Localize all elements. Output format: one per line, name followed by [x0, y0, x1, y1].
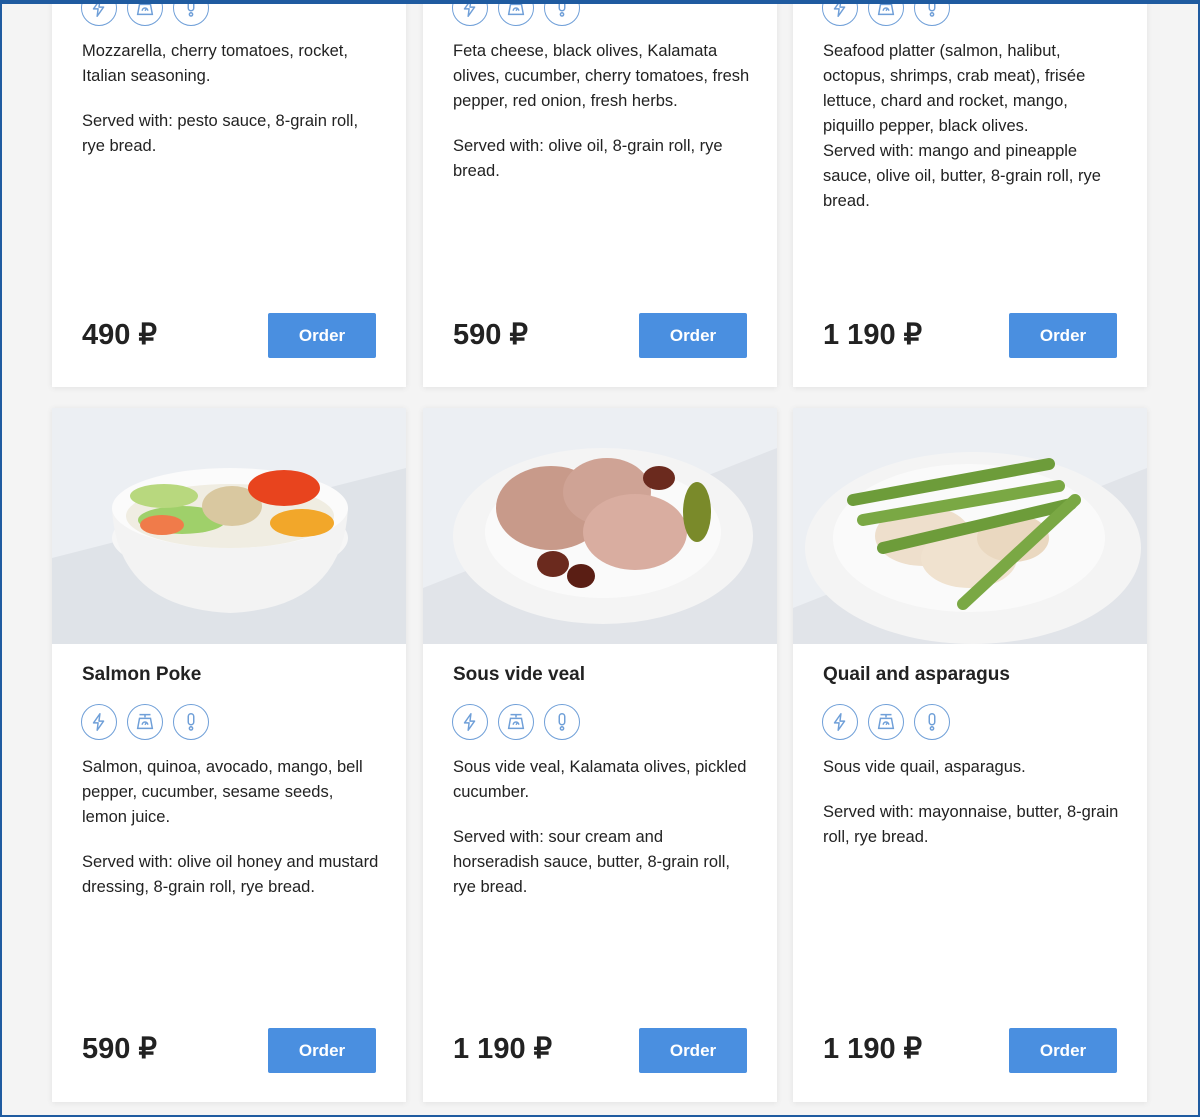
- exclamation-icon[interactable]: [914, 704, 950, 740]
- quail-asparagus-photo: [793, 408, 1147, 644]
- price: 1 190 ₽: [823, 319, 923, 351]
- card-icons: [822, 704, 950, 740]
- price: 490 ₽: [82, 319, 157, 351]
- card-description: Seafood platter (salmon, halibut, octopu…: [823, 39, 1123, 214]
- lightning-icon[interactable]: [822, 0, 858, 26]
- price: 1 190 ₽: [453, 1033, 553, 1065]
- served-with-text: Served with: olive oil honey and mustard…: [82, 853, 379, 896]
- lightning-icon[interactable]: [452, 0, 488, 26]
- exclamation-icon[interactable]: [544, 704, 580, 740]
- scale-icon[interactable]: [498, 704, 534, 740]
- scale-icon[interactable]: [127, 704, 163, 740]
- price: 1 190 ₽: [823, 1033, 923, 1065]
- menu-card: Sous vide veal Sous vide veal, Kalamata …: [423, 408, 777, 1102]
- lightning-icon[interactable]: [81, 0, 117, 26]
- card-icons: [81, 704, 209, 740]
- ingredients-text: Seafood platter (salmon, halibut, octopu…: [823, 42, 1086, 135]
- order-button[interactable]: Order: [1009, 313, 1117, 358]
- exclamation-icon[interactable]: [173, 0, 209, 26]
- ingredients-text: Salmon, quinoa, avocado, mango, bell pep…: [82, 758, 363, 826]
- served-with-text: Served with: olive oil, 8-grain roll, ry…: [453, 137, 723, 180]
- ingredients-text: Feta cheese, black olives, Kalamata oliv…: [453, 42, 750, 110]
- price: 590 ₽: [82, 1033, 157, 1065]
- card-description: Feta cheese, black olives, Kalamata oliv…: [453, 39, 753, 184]
- order-button[interactable]: Order: [1009, 1028, 1117, 1073]
- ingredients-text: Sous vide quail, asparagus.: [823, 758, 1026, 776]
- menu-card: Salmon Poke Salmon, quinoa, avocado, man…: [52, 408, 406, 1102]
- card-icons: [822, 0, 950, 26]
- scale-icon[interactable]: [868, 704, 904, 740]
- card-description: Sous vide quail, asparagus. Served with:…: [823, 755, 1123, 850]
- order-button[interactable]: Order: [639, 1028, 747, 1073]
- card-icons: [81, 0, 209, 26]
- scale-icon[interactable]: [498, 0, 534, 26]
- menu-card: Mozzarella, cherry tomatoes, rocket, Ita…: [52, 0, 406, 387]
- sous-vide-veal-photo: [423, 408, 777, 644]
- price: 590 ₽: [453, 319, 528, 351]
- card-description: Sous vide veal, Kalamata olives, pickled…: [453, 755, 753, 900]
- order-button[interactable]: Order: [268, 313, 376, 358]
- scale-icon[interactable]: [127, 0, 163, 26]
- scale-icon[interactable]: [868, 0, 904, 26]
- card-title: Salmon Poke: [82, 664, 202, 685]
- menu-card: Quail and asparagus Sous vide quail, asp…: [793, 408, 1147, 1102]
- card-title: Quail and asparagus: [823, 664, 1010, 685]
- exclamation-icon[interactable]: [914, 0, 950, 26]
- salmon-poke-photo: [52, 408, 406, 644]
- order-button[interactable]: Order: [268, 1028, 376, 1073]
- card-icons: [452, 704, 580, 740]
- served-with-text: Served with: pesto sauce, 8-grain roll, …: [82, 112, 359, 155]
- exclamation-icon[interactable]: [544, 0, 580, 26]
- card-icons: [452, 0, 580, 26]
- lightning-icon[interactable]: [81, 704, 117, 740]
- ingredients-text: Sous vide veal, Kalamata olives, pickled…: [453, 758, 747, 801]
- lightning-icon[interactable]: [452, 704, 488, 740]
- card-description: Salmon, quinoa, avocado, mango, bell pep…: [82, 755, 382, 900]
- served-with-text: Served with: mango and pineapple sauce, …: [823, 142, 1101, 210]
- lightning-icon[interactable]: [822, 704, 858, 740]
- menu-card: Seafood platter (salmon, halibut, octopu…: [793, 0, 1147, 387]
- served-with-text: Served with: mayonnaise, butter, 8-grain…: [823, 803, 1119, 846]
- menu-card: Feta cheese, black olives, Kalamata oliv…: [423, 0, 777, 387]
- order-button[interactable]: Order: [639, 313, 747, 358]
- served-with-text: Served with: sour cream and horseradish …: [453, 828, 730, 896]
- card-description: Mozzarella, cherry tomatoes, rocket, Ita…: [82, 39, 382, 159]
- ingredients-text: Mozzarella, cherry tomatoes, rocket, Ita…: [82, 42, 348, 85]
- exclamation-icon[interactable]: [173, 704, 209, 740]
- card-title: Sous vide veal: [453, 664, 586, 685]
